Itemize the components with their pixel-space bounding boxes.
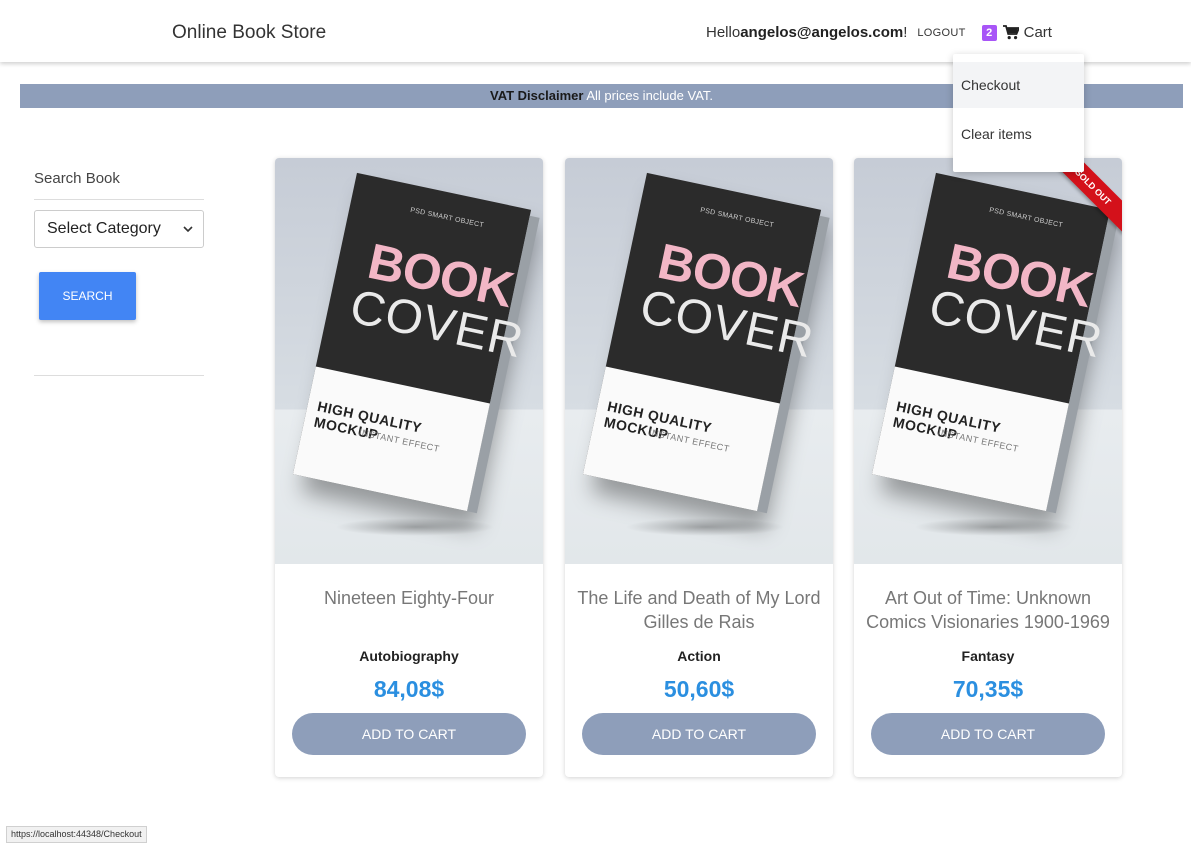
book-shadow xyxy=(914,518,1074,536)
book-cover-image[interactable]: PSD SMART OBJECT BOOK COVER HIGH QUALITY… xyxy=(854,158,1122,564)
status-bar-url: https://localhost:44348/Checkout xyxy=(6,826,147,843)
chevron-down-icon xyxy=(183,225,193,232)
category-select[interactable]: Select Category xyxy=(34,210,204,248)
cover-lower-panel: HIGH QUALITY MOCKUP INSTANT EFFECT xyxy=(292,366,490,512)
user-email: angelos@angelos.com xyxy=(740,24,904,41)
cover-psd-text: PSD SMART OBJECT xyxy=(988,206,1064,230)
book-card: PSD SMART OBJECT BOOK COVER HIGH QUALITY… xyxy=(854,158,1122,777)
cart-count-badge: 2 xyxy=(981,24,997,41)
cart-dropdown-toggle[interactable]: Cart xyxy=(1002,24,1052,41)
add-to-cart-button[interactable]: ADD TO CART xyxy=(582,713,816,755)
vat-disclaimer-text: All prices include VAT. xyxy=(583,88,714,103)
cover-hq-text: HIGH QUALITY MOCKUP xyxy=(602,397,714,443)
book-price: 50,60$ xyxy=(663,676,735,702)
add-to-cart-button[interactable]: ADD TO CART xyxy=(871,713,1105,755)
book-category: Action xyxy=(677,648,721,664)
cover-psd-text: PSD SMART OBJECT xyxy=(699,206,775,230)
search-sidebar: Search Book Select Category SEARCH xyxy=(34,170,204,376)
book-category: Autobiography xyxy=(359,648,459,664)
greeting-suffix: ! xyxy=(903,24,908,41)
book-category: Fantasy xyxy=(961,648,1015,664)
cover-lower-panel: HIGH QUALITY MOCKUP INSTANT EFFECT xyxy=(582,366,780,512)
book-cover-image[interactable]: PSD SMART OBJECT BOOK COVER HIGH QUALITY… xyxy=(565,158,833,564)
greeting-text: Hello xyxy=(706,24,741,41)
cart-dropdown-menu: Checkout Clear items xyxy=(953,54,1084,172)
book-price: 84,08$ xyxy=(373,676,445,702)
book-shadow xyxy=(335,518,495,536)
logout-link[interactable]: LOGOUT xyxy=(917,27,965,39)
book-title[interactable]: The Life and Death of My Lord Gilles de … xyxy=(575,586,823,634)
book-price: 70,35$ xyxy=(952,676,1024,702)
book-title[interactable]: Art Out of Time: Unknown Comics Visionar… xyxy=(864,586,1112,634)
book-mockup: PSD SMART OBJECT BOOK COVER HIGH QUALITY… xyxy=(292,172,540,514)
user-nav: Hello angelos@angelos.com ! LOGOUT 2 Car… xyxy=(706,24,1052,41)
add-to-cart-button[interactable]: ADD TO CART xyxy=(292,713,526,755)
checkout-menu-item[interactable]: Checkout xyxy=(953,62,1084,108)
book-title[interactable]: Nineteen Eighty-Four xyxy=(285,586,533,610)
vat-disclaimer-label: VAT Disclaimer xyxy=(489,88,584,103)
book-card: PSD SMART OBJECT BOOK COVER HIGH QUALITY… xyxy=(565,158,833,777)
cart-icon xyxy=(1002,25,1019,40)
brand-title[interactable]: Online Book Store xyxy=(172,22,326,44)
top-navbar: Online Book Store Hello angelos@angelos.… xyxy=(0,0,1191,62)
book-mockup: PSD SMART OBJECT BOOK COVER HIGH QUALITY… xyxy=(582,172,830,514)
cart-label: Cart xyxy=(1023,24,1052,41)
book-mockup: PSD SMART OBJECT BOOK COVER HIGH QUALITY… xyxy=(871,172,1119,514)
category-select-value: Select Category xyxy=(47,220,161,237)
cover-hq-text: HIGH QUALITY MOCKUP xyxy=(312,397,424,443)
cover-hq-text: HIGH QUALITY MOCKUP xyxy=(891,397,1003,443)
cover-psd-text: PSD SMART OBJECT xyxy=(409,206,485,230)
cover-lower-panel: HIGH QUALITY MOCKUP INSTANT EFFECT xyxy=(871,366,1069,512)
search-book-label: Search Book xyxy=(34,170,204,200)
book-cover-image[interactable]: PSD SMART OBJECT BOOK COVER HIGH QUALITY… xyxy=(275,158,543,564)
book-card: PSD SMART OBJECT BOOK COVER HIGH QUALITY… xyxy=(275,158,543,777)
clear-items-menu-item[interactable]: Clear items xyxy=(953,108,1084,160)
search-button[interactable]: SEARCH xyxy=(39,272,136,320)
book-shadow xyxy=(625,518,785,536)
sidebar-divider xyxy=(34,375,204,376)
